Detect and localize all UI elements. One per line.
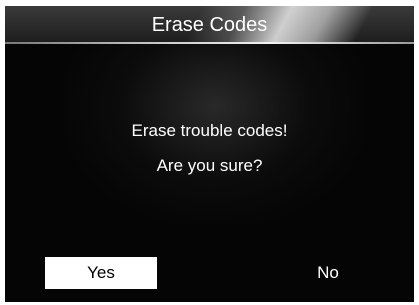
no-button[interactable]: No	[272, 257, 384, 289]
title-bar: Erase Codes	[5, 6, 414, 44]
confirm-message: Erase trouble codes!	[131, 121, 288, 140]
device-screen: Erase Codes Erase trouble codes! Are you…	[5, 6, 414, 302]
confirm-question: Are you sure?	[156, 156, 263, 175]
yes-button[interactable]: Yes	[45, 257, 157, 289]
page-title: Erase Codes	[151, 14, 268, 36]
